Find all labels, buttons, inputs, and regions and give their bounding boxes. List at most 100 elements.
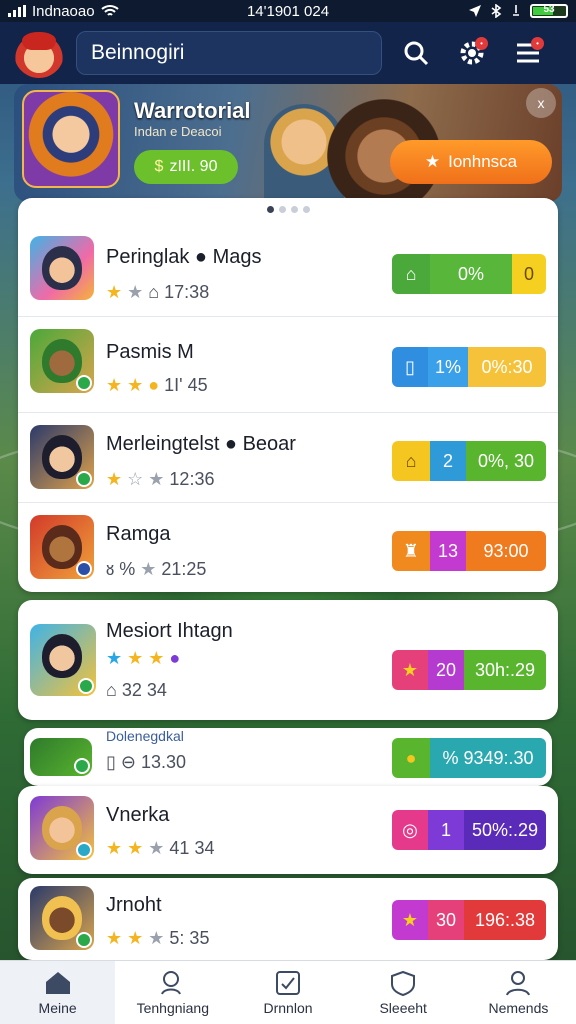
nav-label: Sleeeht: [379, 999, 427, 1016]
stat-value: % 9349:.30: [430, 738, 546, 778]
bluetooth-icon: [491, 4, 502, 18]
game-title: Vnerka: [106, 804, 170, 826]
game-thumbnail: [30, 738, 92, 776]
nav-item-profile[interactable]: Nemends: [461, 961, 576, 1024]
verified-icon: [74, 758, 90, 774]
nav-item-download[interactable]: Drnnlon: [230, 961, 345, 1024]
game-meta: ᴕ % ★ 21:25: [106, 559, 206, 580]
list-item[interactable]: Pasmis M ★ ★ ● 1I' 45 ▯ 1% 0%:30: [18, 316, 558, 406]
banner-price-button[interactable]: $ zIII. 90: [134, 150, 238, 184]
game-thumbnail: [30, 329, 94, 393]
star-icon: ★: [106, 375, 123, 395]
stat-value: 196:.38: [464, 900, 546, 940]
game-tag: Dolenegdkal: [106, 728, 184, 744]
signal-icon: [8, 5, 26, 17]
star-icon: ★: [148, 928, 165, 948]
nav-label: Meine: [38, 999, 77, 1016]
home-icon: ⌂: [106, 680, 117, 700]
banner-cta-button[interactable]: ★ Ionhnsca: [390, 140, 552, 184]
star-icon: ★: [127, 648, 144, 668]
game-time: 17:38: [164, 282, 210, 302]
stat-pill[interactable]: ● % 9349:.30: [392, 738, 546, 778]
game-meta: ★ ★ ★ 5: 35: [106, 928, 209, 949]
stat-value: 13: [430, 531, 466, 571]
coin-icon: ⊖: [120, 752, 136, 772]
coin-icon: ●: [392, 738, 430, 778]
nav-item-trending[interactable]: Tenhgniang: [115, 961, 230, 1024]
star-icon: ★: [106, 648, 123, 668]
lock-icon: ⌂: [148, 282, 160, 302]
stat-pill[interactable]: ▯ 1% 0%:30: [392, 347, 546, 387]
shield-icon: [391, 970, 416, 996]
game-meta: ▯ ⊖ 13.30: [106, 752, 186, 773]
nav-item-home[interactable]: Meine: [0, 961, 116, 1024]
stat-value: 93:00: [466, 531, 546, 571]
stat-pill[interactable]: ♜ 13 93:00: [392, 531, 546, 571]
target-icon: ◎: [392, 810, 428, 850]
game-thumbnail: [30, 515, 94, 579]
wifi-icon: [100, 5, 119, 16]
search-icon: [404, 41, 429, 66]
star-icon: ☆: [127, 469, 144, 489]
list-item[interactable]: Mesiort Ihtagn ★ ★ ★ ● ⌂ 32 34 ★ 20 30h:…: [18, 600, 558, 720]
stat-pill[interactable]: ★ 20 30h:.29: [392, 650, 546, 690]
settings-button[interactable]: •: [450, 31, 494, 75]
stat-pill[interactable]: ⌂ 0% 0: [392, 254, 546, 294]
game-time: 21:25: [161, 559, 207, 579]
game-thumbnail: [30, 886, 94, 950]
stat-value: 50%:.29: [464, 810, 546, 850]
list-item[interactable]: Vnerka ★ ★ ★ 41 34 ◎ 1 50%:.29: [18, 786, 558, 874]
search-field[interactable]: Beinnogiri: [76, 31, 382, 75]
verified-icon: [76, 932, 92, 948]
percent-icon: %: [119, 559, 136, 579]
stat-value: 20: [428, 650, 464, 690]
game-meta: ⌂ 32 34: [106, 680, 167, 701]
user-icon: ᴕ: [106, 559, 115, 579]
menu-button[interactable]: •: [506, 31, 550, 75]
shield-icon: ▯: [392, 347, 428, 387]
gem-icon: ●: [169, 648, 181, 668]
settings-badge: •: [475, 37, 488, 50]
search-button[interactable]: [394, 31, 438, 75]
verified-icon: [76, 842, 92, 858]
stat-pill[interactable]: ◎ 1 50%:.29: [392, 810, 546, 850]
home-icon: [45, 971, 70, 994]
game-time: 13.30: [141, 752, 187, 772]
list-item[interactable]: Merleingtelst ● Beoar ★ ☆ ★ 12:36 ⌂ 2 0%…: [18, 412, 558, 502]
list-item[interactable]: Ramga ᴕ % ★ 21:25 ♜ 13 93:00: [18, 502, 558, 592]
stat-value: 1%: [428, 347, 468, 387]
banner-game-thumbnail: [22, 90, 120, 188]
game-title: Pasmis M: [106, 341, 194, 363]
star-icon: ★: [106, 469, 123, 489]
star-icon: ★: [392, 650, 428, 690]
game-list-card: Mesiort Ihtagn ★ ★ ★ ● ⌂ 32 34 ★ 20 30h:…: [18, 600, 558, 720]
banner-close-button[interactable]: x: [526, 88, 556, 118]
verified-icon: [76, 471, 92, 487]
stat-pill[interactable]: ⌂ 2 0%, 30: [392, 441, 546, 481]
game-list-card: Jrnoht ★ ★ ★ 5: 35 ★ 30 196:.38: [18, 878, 558, 960]
game-list-card: Peringlak ● Mags ★ ★ ⌂ 17:38 ⌂ 0% 0 Pasm…: [18, 198, 558, 592]
star-icon: ★: [392, 900, 428, 940]
banner-subtitle: Indan e Deacoi: [134, 124, 222, 139]
carousel-dots[interactable]: [18, 206, 558, 213]
featured-banner[interactable]: Warrotorial Indan e Deacoi $ zIII. 90 ★ …: [14, 84, 562, 202]
coin-icon: $: [154, 158, 164, 175]
list-item[interactable]: Peringlak ● Mags ★ ★ ⌂ 17:38 ⌂ 0% 0: [18, 220, 558, 310]
battery-icon: 53: [530, 4, 568, 18]
star-icon: ★: [140, 559, 157, 579]
lock-icon: ▯: [106, 752, 116, 772]
star-icon: ★: [106, 282, 123, 302]
stat-value: 30: [428, 900, 464, 940]
nav-item-search[interactable]: Sleeeht: [346, 961, 461, 1024]
people-icon: [160, 970, 181, 995]
game-time: 1I' 45: [164, 375, 208, 395]
coin-icon: 0: [512, 254, 546, 294]
list-item[interactable]: Dolenegdkal ▯ ⊖ 13.30 ● % 9349:.30: [24, 728, 552, 786]
star-icon: ★: [148, 648, 165, 668]
profile-avatar[interactable]: [14, 28, 64, 78]
game-title: Merleingtelst ● Beoar: [106, 433, 296, 455]
list-item[interactable]: Jrnoht ★ ★ ★ 5: 35 ★ 30 196:.38: [18, 878, 558, 960]
stat-pill[interactable]: ★ 30 196:.38: [392, 900, 546, 940]
banner-price-label: zIII. 90: [169, 158, 218, 175]
verified-icon: [76, 375, 92, 391]
